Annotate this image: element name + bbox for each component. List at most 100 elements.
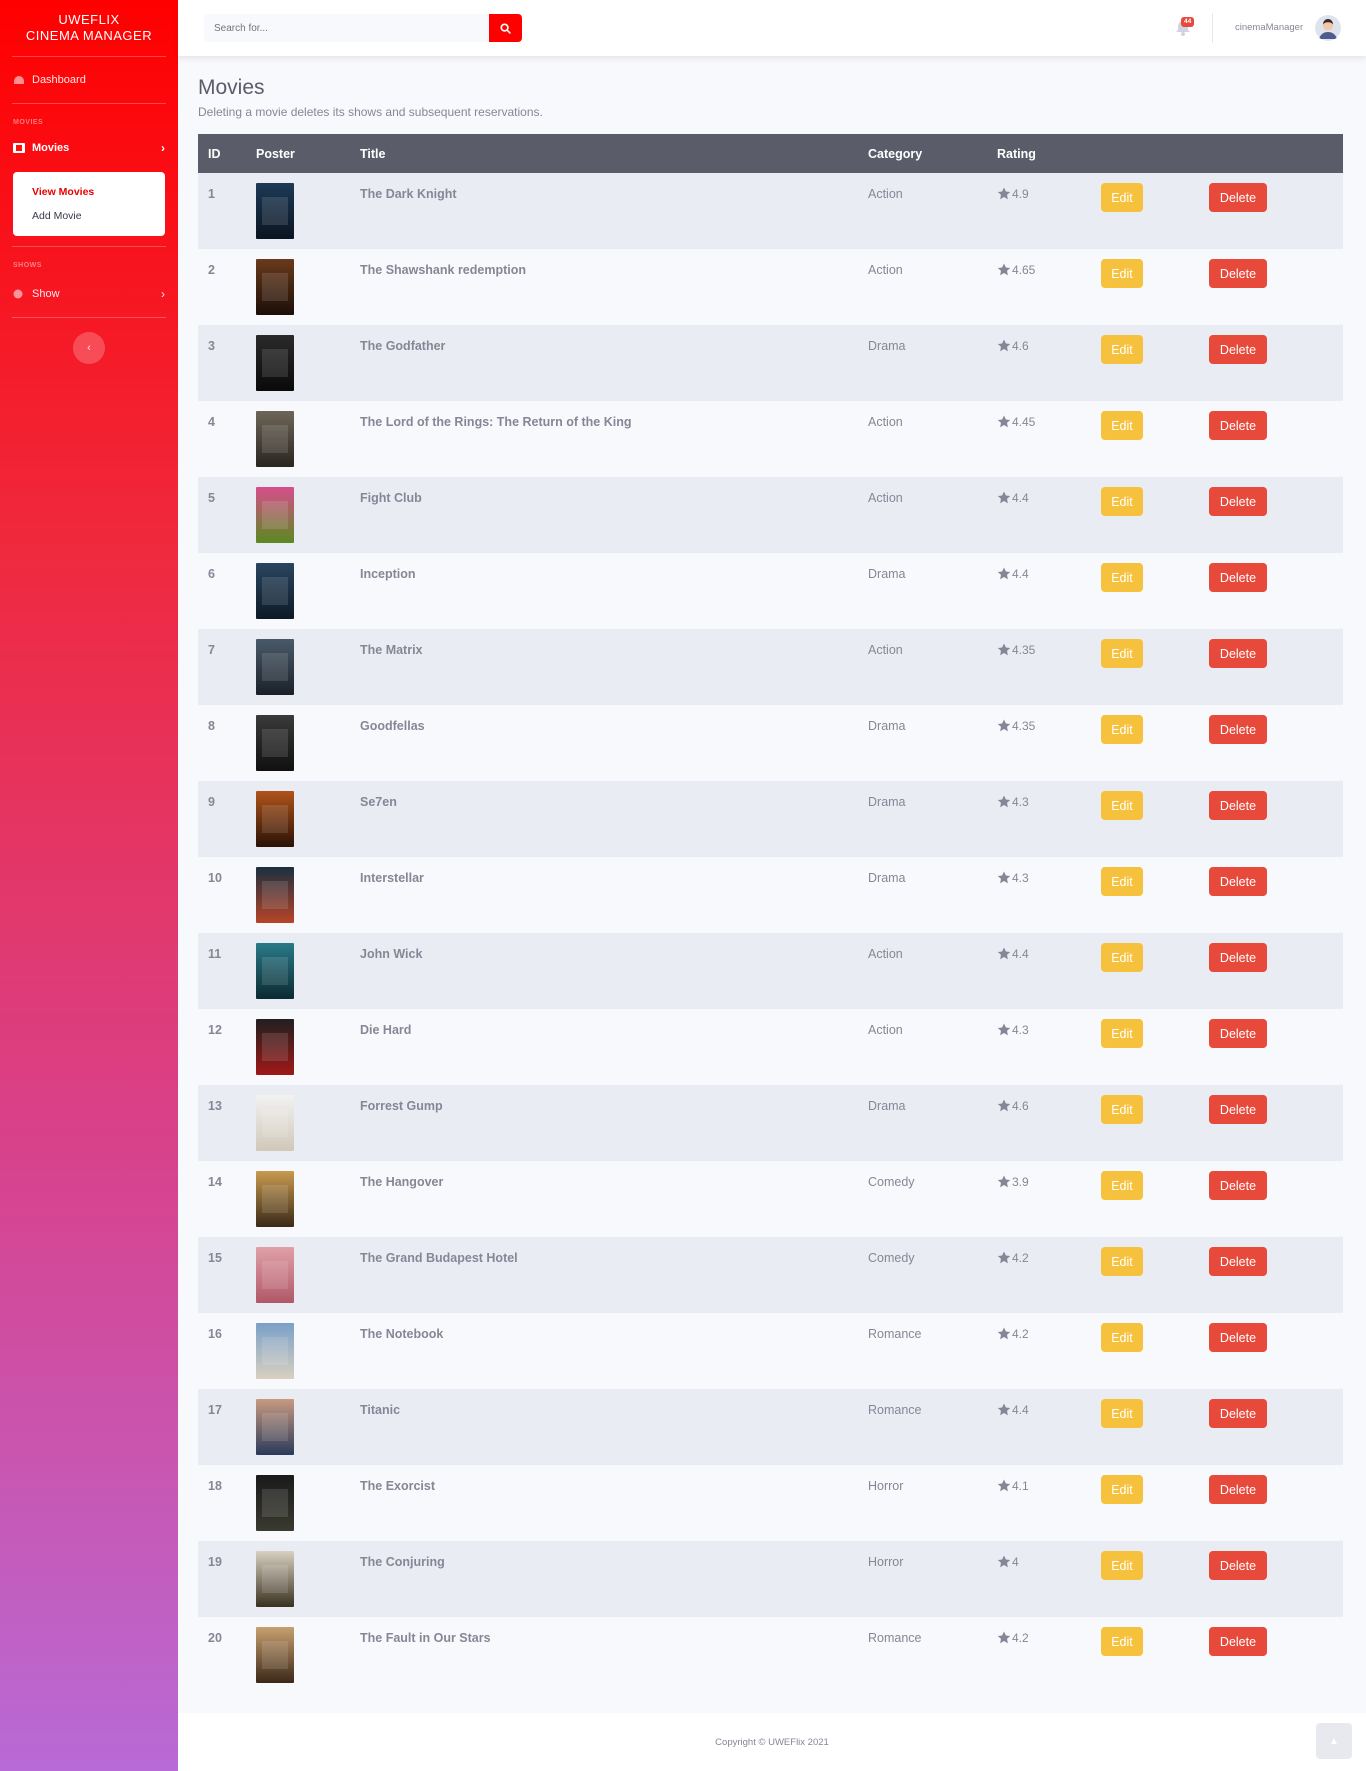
circle-icon bbox=[13, 289, 23, 299]
cell-edit: Edit bbox=[1101, 325, 1209, 364]
edit-button[interactable]: Edit bbox=[1101, 1019, 1143, 1048]
delete-button[interactable]: Delete bbox=[1209, 1627, 1267, 1656]
brand-line-2: CINEMA MANAGER bbox=[25, 28, 153, 43]
delete-button[interactable]: Delete bbox=[1209, 867, 1267, 896]
rating-value: 4.2 bbox=[1012, 1251, 1029, 1265]
delete-button[interactable]: Delete bbox=[1209, 1551, 1267, 1580]
delete-button[interactable]: Delete bbox=[1209, 1095, 1267, 1124]
brand[interactable]: UWEFLIX CINEMA MANAGER bbox=[0, 0, 178, 56]
cell-category: Horror bbox=[868, 1479, 904, 1493]
cell-delete: Delete bbox=[1209, 553, 1343, 592]
movie-poster-image bbox=[256, 791, 294, 847]
sidebar-item-show[interactable]: Show › bbox=[0, 271, 178, 317]
delete-button[interactable]: Delete bbox=[1209, 715, 1267, 744]
table-row: 2 The Shawshank redemption Action 4.65 Edit D… bbox=[198, 249, 1343, 325]
delete-button[interactable]: Delete bbox=[1209, 1019, 1267, 1048]
edit-button[interactable]: Edit bbox=[1101, 639, 1143, 668]
delete-button[interactable]: Delete bbox=[1209, 259, 1267, 288]
cell-rating: 4.3 bbox=[997, 781, 1101, 809]
sidebar-toggle-button[interactable]: ‹ bbox=[73, 332, 105, 364]
edit-button[interactable]: Edit bbox=[1101, 1475, 1143, 1504]
cell-edit: Edit bbox=[1101, 249, 1209, 288]
avatar[interactable] bbox=[1315, 15, 1341, 41]
cell-delete: Delete bbox=[1209, 857, 1343, 896]
chevron-right-icon: › bbox=[161, 141, 165, 155]
cell-poster bbox=[256, 1009, 360, 1075]
edit-button[interactable]: Edit bbox=[1101, 487, 1143, 516]
edit-button[interactable]: Edit bbox=[1101, 943, 1143, 972]
edit-button[interactable]: Edit bbox=[1101, 1627, 1143, 1656]
submenu-add-movie[interactable]: Add Movie bbox=[13, 204, 165, 228]
sidebar-divider bbox=[12, 317, 166, 318]
cell-poster bbox=[256, 857, 360, 923]
edit-button[interactable]: Edit bbox=[1101, 1399, 1143, 1428]
edit-button[interactable]: Edit bbox=[1101, 183, 1143, 212]
cell-title: The Fault in Our Stars bbox=[360, 1631, 491, 1645]
star-icon bbox=[997, 1479, 1011, 1492]
delete-button[interactable]: Delete bbox=[1209, 183, 1267, 212]
cell-poster bbox=[256, 1465, 360, 1531]
edit-button[interactable]: Edit bbox=[1101, 1551, 1143, 1580]
scroll-to-top-button[interactable]: ▲ bbox=[1316, 1723, 1352, 1759]
cell-delete: Delete bbox=[1209, 933, 1343, 972]
cell-id: 13 bbox=[208, 1099, 222, 1113]
delete-button[interactable]: Delete bbox=[1209, 1323, 1267, 1352]
table-row: 16 The Notebook Romance 4.2 Edit Delete bbox=[198, 1313, 1343, 1389]
cell-rating: 4.9 bbox=[997, 173, 1101, 201]
edit-button[interactable]: Edit bbox=[1101, 1171, 1143, 1200]
cell-id: 17 bbox=[208, 1403, 222, 1417]
movie-poster-image bbox=[256, 1095, 294, 1151]
delete-button[interactable]: Delete bbox=[1209, 639, 1267, 668]
edit-button[interactable]: Edit bbox=[1101, 1247, 1143, 1276]
edit-button[interactable]: Edit bbox=[1101, 259, 1143, 288]
cell-delete: Delete bbox=[1209, 173, 1343, 212]
cell-title: Inception bbox=[360, 567, 416, 581]
table-row: 10 Interstellar Drama 4.3 Edit Delete bbox=[198, 857, 1343, 933]
edit-button[interactable]: Edit bbox=[1101, 335, 1143, 364]
submenu-view-movies[interactable]: View Movies bbox=[13, 180, 165, 204]
delete-button[interactable]: Delete bbox=[1209, 335, 1267, 364]
edit-button[interactable]: Edit bbox=[1101, 791, 1143, 820]
cell-rating: 4.6 bbox=[997, 325, 1101, 353]
delete-button[interactable]: Delete bbox=[1209, 791, 1267, 820]
rating-value: 4.45 bbox=[1012, 415, 1036, 429]
cell-title: The Matrix bbox=[360, 643, 423, 657]
delete-button[interactable]: Delete bbox=[1209, 1171, 1267, 1200]
edit-button[interactable]: Edit bbox=[1101, 867, 1143, 896]
table-row: 19 The Conjuring Horror 4 Edit Delete bbox=[198, 1541, 1343, 1617]
delete-button[interactable]: Delete bbox=[1209, 943, 1267, 972]
cell-rating: 4.4 bbox=[997, 933, 1101, 961]
delete-button[interactable]: Delete bbox=[1209, 1475, 1267, 1504]
edit-button[interactable]: Edit bbox=[1101, 1095, 1143, 1124]
cell-rating: 4.2 bbox=[997, 1617, 1101, 1645]
cell-id: 15 bbox=[208, 1251, 222, 1265]
delete-button[interactable]: Delete bbox=[1209, 563, 1267, 592]
delete-button[interactable]: Delete bbox=[1209, 411, 1267, 440]
sidebar-item-movies[interactable]: Movies › bbox=[0, 128, 178, 168]
table-row: 11 John Wick Action 4.4 Edit Delete bbox=[198, 933, 1343, 1009]
edit-button[interactable]: Edit bbox=[1101, 715, 1143, 744]
cell-title: The Godfather bbox=[360, 339, 446, 353]
cell-rating: 4.6 bbox=[997, 1085, 1101, 1113]
search-input[interactable] bbox=[204, 14, 489, 42]
delete-button[interactable]: Delete bbox=[1209, 1399, 1267, 1428]
cell-title: Interstellar bbox=[360, 871, 424, 885]
edit-button[interactable]: Edit bbox=[1101, 411, 1143, 440]
user-name[interactable]: cinemaManager bbox=[1235, 22, 1303, 33]
search-button[interactable] bbox=[489, 14, 522, 42]
rating-value: 4 bbox=[1012, 1555, 1019, 1569]
brand-line-1: UWEFLIX bbox=[58, 12, 120, 27]
edit-button[interactable]: Edit bbox=[1101, 1323, 1143, 1352]
cell-title: The Grand Budapest Hotel bbox=[360, 1251, 518, 1265]
cell-id: 18 bbox=[208, 1479, 222, 1493]
cell-rating: 4.4 bbox=[997, 553, 1101, 581]
cell-delete: Delete bbox=[1209, 1465, 1343, 1504]
edit-button[interactable]: Edit bbox=[1101, 563, 1143, 592]
delete-button[interactable]: Delete bbox=[1209, 1247, 1267, 1276]
sidebar-item-dashboard[interactable]: Dashboard bbox=[0, 57, 178, 103]
cell-id: 5 bbox=[208, 491, 215, 505]
cell-id: 9 bbox=[208, 795, 215, 809]
star-icon bbox=[997, 1251, 1011, 1264]
star-icon bbox=[997, 1327, 1011, 1340]
delete-button[interactable]: Delete bbox=[1209, 487, 1267, 516]
